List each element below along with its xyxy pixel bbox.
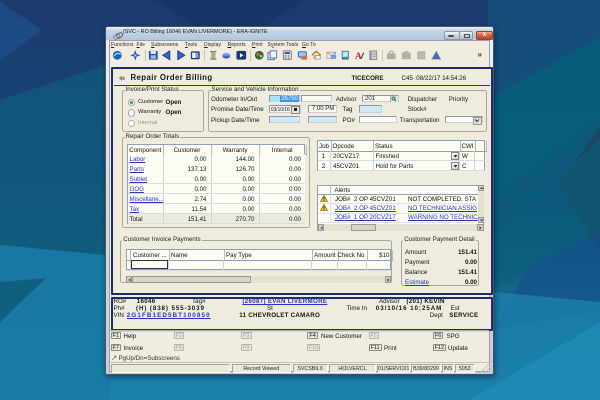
svg-text:A: A <box>355 51 362 61</box>
